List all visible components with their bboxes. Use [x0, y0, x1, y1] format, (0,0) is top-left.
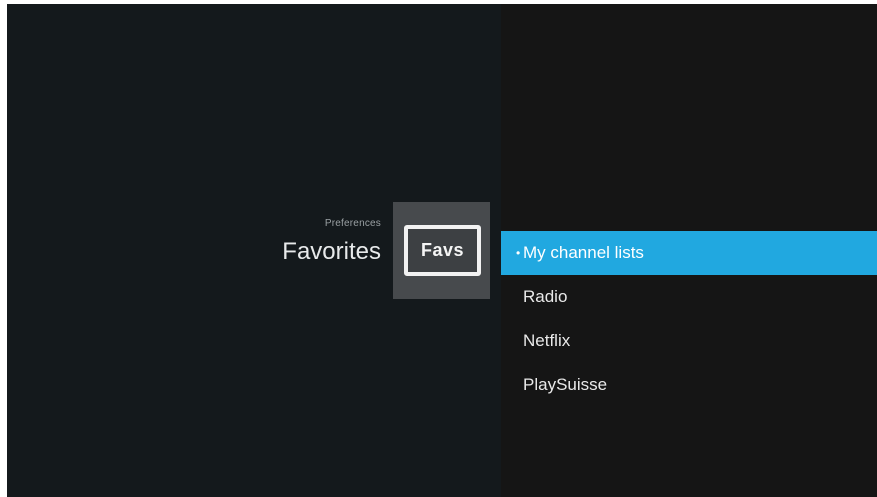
list-item-label: PlaySuisse [523, 375, 608, 394]
selected-dot-icon: • [516, 246, 521, 260]
page-title: Favorites [282, 238, 381, 265]
list-item-label: Radio [523, 287, 568, 306]
favorites-icon-tile: Favs [393, 202, 490, 299]
list-item-netflix[interactable]: Netflix [501, 319, 877, 363]
tv-screen: Preferences Favorites Favs • My channel … [7, 4, 877, 497]
left-pane: Preferences Favorites Favs [7, 4, 501, 497]
list-item-label: My channel lists [523, 243, 644, 262]
list-item-playsuisse[interactable]: PlaySuisse [501, 363, 877, 407]
favorites-list: • My channel lists Radio Netflix PlaySui… [501, 231, 877, 407]
favs-icon: Favs [404, 225, 481, 276]
right-pane: • My channel lists Radio Netflix PlaySui… [501, 4, 877, 497]
list-item-radio[interactable]: Radio [501, 275, 877, 319]
list-item-label: Netflix [523, 331, 571, 350]
list-item-my-channel-lists[interactable]: • My channel lists [501, 231, 877, 275]
breadcrumb: Preferences [324, 218, 381, 229]
